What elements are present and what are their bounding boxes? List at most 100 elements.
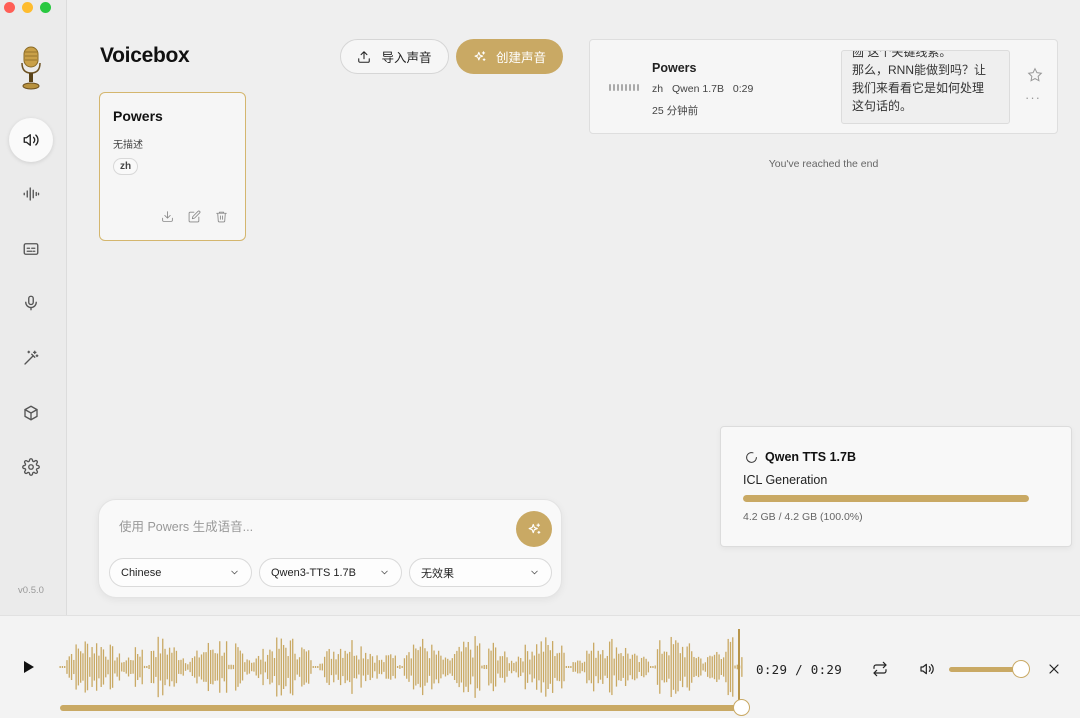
waveform-bar xyxy=(264,661,266,673)
generate-text-input[interactable] xyxy=(119,517,499,537)
waveform-bar xyxy=(604,658,606,676)
waveform-bar xyxy=(255,658,257,676)
window-minimize-button[interactable] xyxy=(22,2,33,13)
volume-icon xyxy=(920,663,934,675)
waveform-bar xyxy=(670,636,672,698)
waveform-bar xyxy=(134,647,137,687)
waveform-bar xyxy=(490,650,492,684)
waveform-bar xyxy=(711,656,713,678)
waveform-bar xyxy=(579,660,581,674)
sidebar-item-effects[interactable] xyxy=(9,336,53,380)
waveform-bar xyxy=(718,654,720,680)
waveform-bar xyxy=(702,663,704,671)
app-version: v0.5.0 xyxy=(18,585,44,596)
trash-icon[interactable] xyxy=(215,210,228,223)
waveform-bar xyxy=(296,659,298,675)
sidebar-item-generate[interactable] xyxy=(9,172,53,216)
language-select-value: Chinese xyxy=(121,566,162,579)
history-duration: 0:29 xyxy=(732,83,754,95)
waveform-bar xyxy=(613,658,615,676)
waveform-bar xyxy=(524,644,526,690)
waveform-bar xyxy=(611,638,613,696)
model-select[interactable]: Qwen3-TTS 1.7B xyxy=(259,558,402,587)
waveform-bar xyxy=(542,651,545,683)
waveform-bar xyxy=(597,650,599,684)
waveform-bar xyxy=(403,658,406,676)
waveform-bar xyxy=(485,664,488,670)
voice-card[interactable]: Powers 无描述 zh xyxy=(99,92,246,241)
sidebar-item-record[interactable] xyxy=(9,281,53,325)
download-task-name: ICL Generation xyxy=(743,473,828,487)
history-item[interactable]: Powers zh Qwen 1.7B 0:29 25 分钟前 囫 这个关键线索… xyxy=(589,39,1058,134)
waveform-bar xyxy=(171,652,173,682)
waveform-bar xyxy=(100,647,102,687)
download-icon[interactable] xyxy=(161,210,174,223)
waveform-bar xyxy=(310,660,312,674)
waveform-bar xyxy=(665,651,668,683)
effect-select[interactable]: 无效果 xyxy=(409,558,552,587)
playback-time: 0:29 / 0:29 xyxy=(756,662,843,677)
waveform-bar xyxy=(333,651,335,683)
close-player-button[interactable] xyxy=(1046,661,1062,682)
waveform-bar xyxy=(251,662,253,672)
seek-handle[interactable] xyxy=(733,699,750,716)
waveform-bar xyxy=(207,642,209,692)
waveform-bar xyxy=(412,644,415,690)
waveform-bar xyxy=(570,666,572,668)
star-icon[interactable] xyxy=(1027,67,1043,83)
create-voice-button[interactable]: 创建声音 xyxy=(456,39,563,74)
loop-button[interactable] xyxy=(872,661,888,682)
sparkles-icon xyxy=(528,522,540,534)
sidebar-item-models[interactable] xyxy=(9,391,53,435)
waveform-bar xyxy=(86,643,89,691)
waveform-bar xyxy=(577,660,579,674)
waveform-bar xyxy=(659,640,661,694)
waveform-bar xyxy=(675,640,677,694)
generate-button[interactable] xyxy=(516,511,552,547)
window-close-button[interactable] xyxy=(4,2,15,13)
sparkles-icon xyxy=(474,50,486,61)
waveform-bar xyxy=(244,662,246,672)
waveform-bar xyxy=(180,659,182,675)
waveform-bar xyxy=(504,651,506,683)
waveform-bar xyxy=(228,664,230,670)
waveform-bar xyxy=(287,656,289,678)
audio-waveform[interactable] xyxy=(59,627,743,707)
waveform-bar xyxy=(143,665,146,669)
waveform-bar xyxy=(593,642,595,692)
waveform-bar xyxy=(433,650,435,684)
waveform-bar xyxy=(73,659,75,675)
waveform-bar xyxy=(61,666,64,668)
window-maximize-button[interactable] xyxy=(40,2,51,13)
history-model: Qwen 1.7B xyxy=(672,83,724,95)
sidebar-item-stories[interactable] xyxy=(9,227,53,271)
language-select[interactable]: Chinese xyxy=(109,558,252,587)
volume-button[interactable] xyxy=(919,661,935,682)
sidebar-item-settings[interactable] xyxy=(9,445,53,489)
seek-bar[interactable] xyxy=(60,705,743,711)
waveform-bar xyxy=(643,656,645,678)
window-controls xyxy=(4,2,51,13)
waveform-bar xyxy=(602,650,604,684)
waveform-bar xyxy=(125,660,127,674)
waveform-bar xyxy=(98,655,100,679)
waveform-bar xyxy=(383,662,385,672)
waveform-bar xyxy=(572,662,574,672)
app-title: Voicebox xyxy=(100,44,190,67)
waveform-bar xyxy=(410,658,412,676)
volume-slider[interactable] xyxy=(949,667,1021,672)
import-voice-button[interactable]: 导入声音 xyxy=(340,39,449,74)
sidebar-item-voices[interactable] xyxy=(9,118,53,162)
more-options-icon[interactable]: ··· xyxy=(1025,90,1041,105)
edit-icon[interactable] xyxy=(188,210,201,223)
waveform-bar xyxy=(175,650,178,684)
waveform-bar xyxy=(549,650,551,684)
waveform-bar xyxy=(563,652,565,682)
voice-name: Powers xyxy=(113,108,163,124)
waveform-bar xyxy=(640,657,643,677)
history-text-box[interactable]: 囫 这个关键线索。 那么，RNN能做到吗？让 我们来看看它是如何处理 这句话的。 xyxy=(841,50,1010,124)
close-icon xyxy=(1049,664,1059,674)
play-icon[interactable] xyxy=(20,659,36,675)
waveform-bar xyxy=(132,660,134,674)
volume-handle[interactable] xyxy=(1012,660,1030,678)
